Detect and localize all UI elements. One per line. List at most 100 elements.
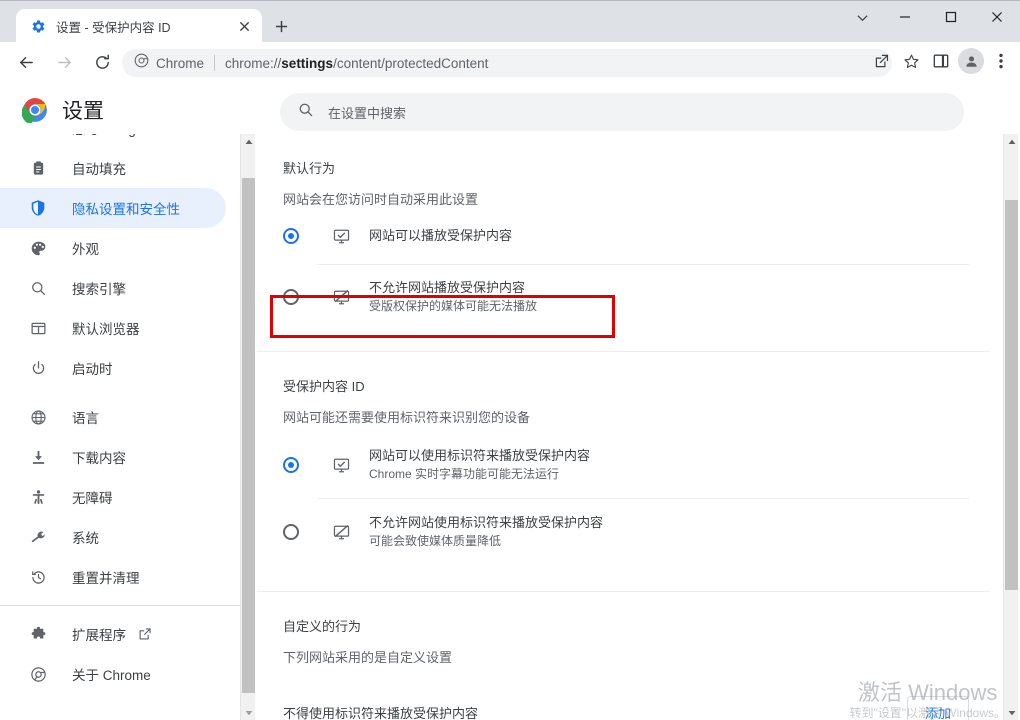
sidebar-scrollbar[interactable] xyxy=(240,134,255,720)
shield-icon xyxy=(28,198,48,218)
sidebar-label: 隐私设置和安全性 xyxy=(72,202,180,217)
minimize-button[interactable] xyxy=(882,1,928,33)
radio-option-text: 网站可以播放受保护内容 xyxy=(369,227,512,245)
palette-icon xyxy=(28,238,48,258)
sidebar-item-on-startup[interactable]: 启动时 xyxy=(0,348,226,388)
tab-search-chevron-down-icon[interactable] xyxy=(842,1,882,33)
radio-option-description: 受版权保护的媒体可能无法播放 xyxy=(369,299,538,313)
download-icon xyxy=(28,447,48,467)
radio-button[interactable] xyxy=(283,228,299,244)
sidebar-label: 您与 Google xyxy=(72,134,146,138)
radio-option-allow-identifier[interactable]: 网站可以使用标识符来播放受保护内容 Chrome 实时字幕功能可能无法运行 xyxy=(257,432,990,498)
chrome-logo-icon xyxy=(28,664,48,684)
sidebar-item-reset-and-cleanup[interactable]: 重置并清理 xyxy=(0,557,226,597)
page-title: 设置 xyxy=(62,100,104,123)
default-behavior-section: 默认行为 网站会在您访问时自动采用此设置 网站可以播放受保护内容 不允许网站播放… xyxy=(257,134,990,329)
address-bar[interactable]: Chrome chrome://settings/content/protect… xyxy=(122,49,892,77)
close-window-button[interactable] xyxy=(974,1,1020,33)
scroll-up-arrow-icon[interactable] xyxy=(241,134,256,149)
radio-button[interactable] xyxy=(283,457,299,473)
back-arrow-icon[interactable] xyxy=(10,46,42,78)
section-heading: 受保护内容 ID xyxy=(283,379,365,394)
forward-arrow-icon[interactable] xyxy=(48,46,80,78)
person-icon xyxy=(28,134,48,138)
sidebar-item-extensions[interactable]: 扩展程序 xyxy=(0,614,226,654)
sidebar-item-privacy-and-security[interactable]: 隐私设置和安全性 xyxy=(0,188,226,228)
chrome-shield-icon xyxy=(134,53,149,73)
maximize-button[interactable] xyxy=(928,1,974,33)
sidebar-item-autofill[interactable]: 自动填充 xyxy=(0,148,226,188)
radio-button[interactable] xyxy=(283,524,299,540)
profile-avatar[interactable] xyxy=(956,46,986,76)
radio-option-label: 网站可以使用标识符来播放受保护内容 xyxy=(369,448,591,463)
sidebar-item-search-engine[interactable]: 搜索引擎 xyxy=(0,268,226,308)
toolbar-actions xyxy=(866,46,1016,76)
radio-option-text: 不允许网站使用标识符来播放受保护内容 可能会致使媒体质量降低 xyxy=(369,514,603,550)
sidebar-item-downloads[interactable]: 下载内容 xyxy=(0,437,226,477)
monitor-check-icon xyxy=(331,455,351,475)
section-subheading: 下列网站采用的是自定义设置 xyxy=(283,650,453,665)
open-external-icon[interactable] xyxy=(138,627,152,641)
add-button[interactable]: 添加 xyxy=(907,696,969,720)
section-heading: 自定义的行为 xyxy=(283,619,362,634)
search-icon xyxy=(28,278,48,298)
gear-icon xyxy=(30,18,46,34)
radio-option-block-identifier[interactable]: 不允许网站使用标识符来播放受保护内容 可能会致使媒体质量降低 xyxy=(257,499,990,565)
browser-window-icon xyxy=(28,318,48,338)
monitor-blocked-icon xyxy=(331,287,351,307)
puzzle-icon xyxy=(28,624,48,644)
monitor-blocked-icon xyxy=(331,522,351,542)
reload-icon[interactable] xyxy=(86,46,118,78)
sidebar-item-accessibility[interactable]: 无障碍 xyxy=(0,477,226,517)
scroll-down-arrow-icon[interactable] xyxy=(1004,705,1019,720)
sidebar-divider xyxy=(0,605,240,606)
sidebar-item-you-and-google[interactable]: 您与 Google xyxy=(0,134,226,148)
power-icon xyxy=(28,358,48,378)
wrench-icon xyxy=(28,527,48,547)
sidebar-item-system[interactable]: 系统 xyxy=(0,517,226,557)
more-menu-icon[interactable] xyxy=(986,46,1016,76)
radio-button[interactable] xyxy=(283,289,299,305)
sidebar-label: 系统 xyxy=(72,531,99,546)
custom-rule-row: 不得使用标识符来播放受保护内容 添加 xyxy=(257,684,990,720)
sidebar-label: 默认浏览器 xyxy=(72,322,140,337)
content-scrollbar-thumb[interactable] xyxy=(1005,200,1018,590)
sidebar-item-about-chrome[interactable]: 关于 Chrome xyxy=(0,654,226,694)
browser-tab[interactable]: 设置 - 受保护内容 ID xyxy=(16,9,262,43)
protected-content-id-section: 受保护内容 ID 网站可能还需要使用标识符来识别您的设备 网站可以使用标识符来播… xyxy=(257,352,990,565)
sidebar-item-languages[interactable]: 语言 xyxy=(0,397,226,437)
settings-header: 设置 在设置中搜索 xyxy=(0,82,1020,138)
content-scrollbar[interactable] xyxy=(1003,134,1018,720)
url-bold-part: settings xyxy=(281,55,334,71)
bookmark-star-icon[interactable] xyxy=(896,46,926,76)
browser-toolbar: Chrome chrome://settings/content/protect… xyxy=(0,42,1020,82)
globe-icon xyxy=(28,407,48,427)
share-icon[interactable] xyxy=(866,46,896,76)
monitor-check-icon xyxy=(331,226,351,246)
scroll-down-arrow-icon[interactable] xyxy=(241,705,256,720)
close-tab-icon[interactable] xyxy=(234,16,254,36)
search-icon xyxy=(298,102,314,123)
radio-option-description: 可能会致使媒体质量降低 xyxy=(369,534,502,548)
sidebar-item-default-browser[interactable]: 默认浏览器 xyxy=(0,308,226,348)
browser-window: 设置 - 受保护内容 ID Chrome chrome://settings/c… xyxy=(0,0,1020,720)
side-panel-icon[interactable] xyxy=(926,46,956,76)
settings-content: 默认行为 网站会在您访问时自动采用此设置 网站可以播放受保护内容 不允许网站播放… xyxy=(256,134,990,720)
sidebar-item-appearance[interactable]: 外观 xyxy=(0,228,226,268)
sidebar-label: 关于 Chrome xyxy=(72,668,151,683)
section-subheading: 网站会在您访问时自动采用此设置 xyxy=(283,192,479,207)
scroll-up-arrow-icon[interactable] xyxy=(1004,134,1019,149)
history-restore-icon xyxy=(28,567,48,587)
radio-option-allow-protected-content[interactable]: 网站可以播放受保护内容 xyxy=(257,208,990,264)
chrome-logo-icon xyxy=(21,97,48,125)
sidebar-label: 自动填充 xyxy=(72,162,126,177)
new-tab-button[interactable] xyxy=(268,13,294,39)
radio-option-block-protected-content[interactable]: 不允许网站播放受保护内容 受版权保护的媒体可能无法播放 xyxy=(257,265,990,329)
radio-option-text: 不允许网站播放受保护内容 受版权保护的媒体可能无法播放 xyxy=(369,279,537,315)
radio-option-label: 网站可以播放受保护内容 xyxy=(369,228,513,243)
search-input[interactable]: 在设置中搜索 xyxy=(280,93,964,131)
sidebar-label: 语言 xyxy=(72,411,99,426)
tab-title: 设置 - 受保护内容 ID xyxy=(56,20,171,35)
sidebar-scrollbar-thumb[interactable] xyxy=(242,178,255,693)
url-suffix: /content/protectedContent xyxy=(333,55,489,71)
